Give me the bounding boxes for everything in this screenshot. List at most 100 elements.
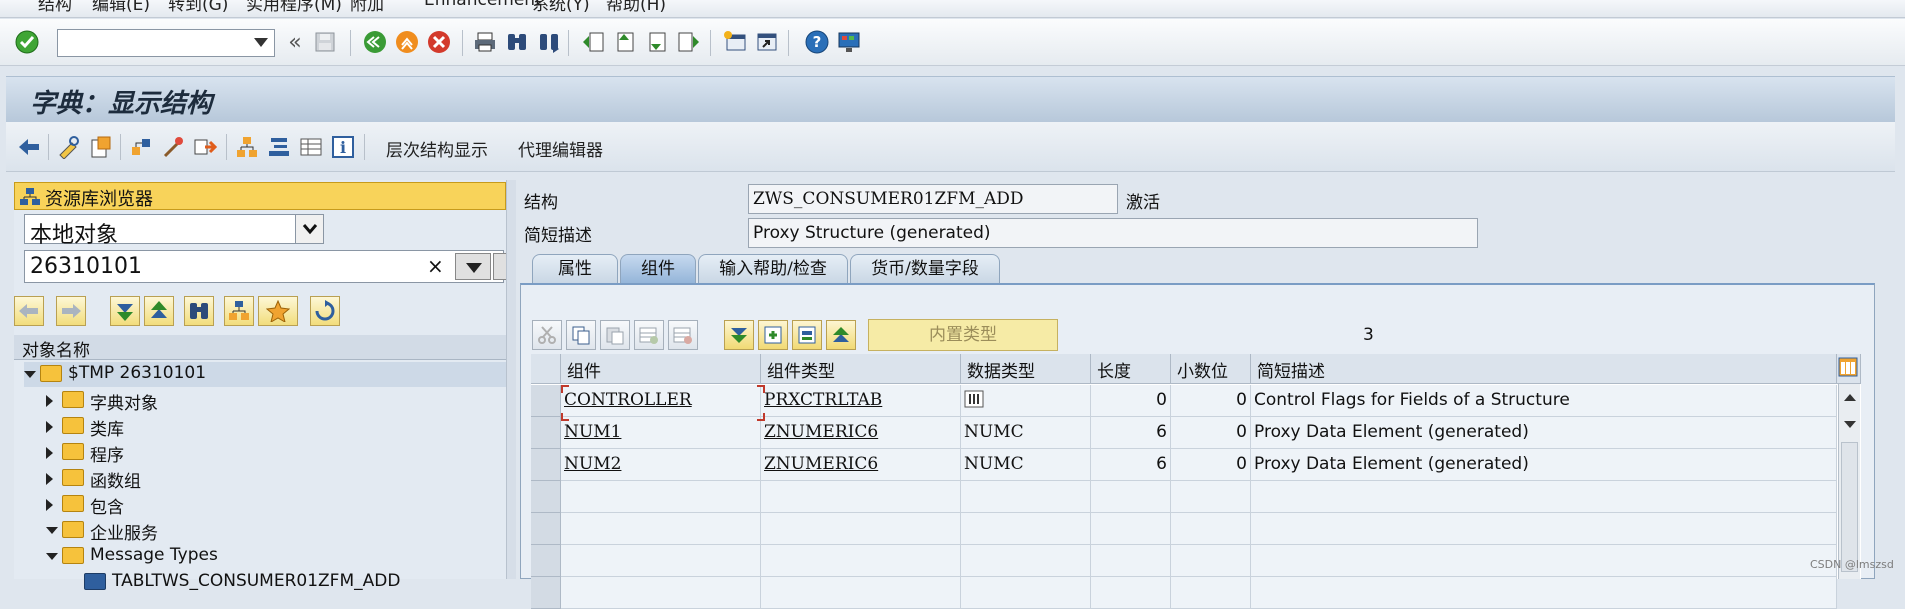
empty-cell[interactable] (1251, 481, 1837, 513)
tree-node[interactable]: 函数组 (46, 466, 486, 492)
empty-cell[interactable] (961, 577, 1091, 609)
expand-all-button[interactable] (110, 296, 140, 326)
where-used-icon[interactable] (234, 134, 260, 160)
object-type-select[interactable]: 本地对象 (24, 214, 324, 248)
tree-node[interactable]: TABLTWS_CONSUMER01ZFM_ADD (68, 570, 508, 595)
tab-input-help-check[interactable]: 输入帮助/检查 (698, 254, 848, 284)
tree-node[interactable]: 类库 (46, 414, 486, 440)
cell-component-type[interactable]: ZNUMERIC6 (761, 417, 961, 449)
include-button[interactable] (758, 320, 788, 350)
find-icon[interactable] (504, 29, 530, 55)
refresh-tree-button[interactable] (310, 296, 340, 326)
tab-currency-quantity[interactable]: 货币/数量字段 (850, 254, 1000, 284)
tree-node[interactable]: 程序 (46, 440, 486, 466)
chevron-down-icon[interactable] (295, 215, 323, 243)
table-view-icon[interactable] (298, 134, 324, 160)
tree-node[interactable]: 字典对象 (46, 388, 486, 414)
new-session-icon[interactable] (722, 29, 748, 55)
find-object-button[interactable] (184, 296, 214, 326)
row-selector[interactable] (531, 449, 561, 481)
empty-cell[interactable] (1171, 545, 1251, 577)
cell-short-description[interactable]: Proxy Data Element (generated) (1251, 417, 1837, 449)
collapsed-arrow-icon[interactable] (46, 395, 53, 407)
refresh-button[interactable] (493, 253, 507, 280)
cell-length[interactable]: 0 (1091, 385, 1171, 417)
empty-cell[interactable] (761, 545, 961, 577)
menu-extras[interactable]: 附加 (350, 0, 384, 15)
cut-row-button[interactable] (532, 320, 562, 350)
expanded-arrow-icon[interactable] (46, 553, 58, 560)
next-page-icon[interactable] (644, 29, 670, 55)
paste-row-button[interactable] (600, 320, 630, 350)
column-settings-button[interactable] (1837, 354, 1861, 384)
first-page-icon[interactable] (580, 29, 606, 55)
empty-cell[interactable] (561, 577, 761, 609)
empty-cell[interactable] (1251, 545, 1837, 577)
cell-short-description[interactable]: Control Flags for Fields of a Structure (1251, 385, 1837, 417)
chevron-down-icon[interactable] (254, 38, 268, 47)
repository-browser-header[interactable]: 资源库浏览器 (14, 182, 506, 210)
back-arrow-icon[interactable] (16, 134, 42, 160)
tab-components[interactable]: 组件 (620, 254, 696, 284)
panel-splitter[interactable] (506, 180, 516, 579)
cell-data-type[interactable]: NUMC (961, 417, 1091, 449)
column-header-decimals[interactable]: 小数位 (1171, 354, 1251, 384)
cell-component[interactable]: NUM2 (561, 449, 761, 481)
empty-cell[interactable] (1171, 481, 1251, 513)
tab-attributes[interactable]: 属性 (532, 254, 618, 284)
cell-short-description[interactable]: Proxy Data Element (generated) (1251, 449, 1837, 481)
menu-enhancement[interactable]: Enhancement (424, 0, 542, 10)
previous-object-button[interactable] (14, 296, 44, 326)
cell-component-type-value[interactable]: ZNUMERIC6 (764, 454, 878, 474)
cell-component-type-value[interactable]: PRXCTRLTAB (764, 390, 882, 410)
print-icon[interactable] (472, 29, 498, 55)
favorites-button[interactable] (258, 296, 298, 326)
row-selector[interactable] (531, 385, 561, 417)
empty-cell[interactable] (1091, 545, 1171, 577)
builtin-type-button[interactable]: 内置类型 (868, 319, 1058, 351)
prev-page-icon[interactable] (612, 29, 638, 55)
column-header-short-description[interactable]: 简短描述 (1251, 354, 1837, 384)
find-next-icon[interactable] (536, 29, 562, 55)
cell-component-type[interactable]: ZNUMERIC6 (761, 449, 961, 481)
column-header-component-type[interactable]: 组件类型 (761, 354, 961, 384)
collapsed-arrow-icon[interactable] (46, 499, 53, 511)
empty-cell[interactable] (1091, 481, 1171, 513)
row-selector[interactable] (531, 545, 561, 577)
other-object-icon[interactable] (128, 134, 154, 160)
tree-node[interactable]: 企业服务 (46, 518, 486, 544)
empty-cell[interactable] (961, 513, 1091, 545)
back-icon[interactable] (362, 29, 388, 55)
customize-layout-icon[interactable] (836, 29, 862, 55)
empty-cell[interactable] (561, 513, 761, 545)
tree-node[interactable]: Message Types (46, 544, 486, 569)
collapsed-arrow-icon[interactable] (46, 473, 53, 485)
row-selector[interactable] (531, 513, 561, 545)
collapse-button[interactable] (826, 320, 856, 350)
back-arrows-icon[interactable]: « (282, 29, 308, 55)
help-icon[interactable]: ? (804, 29, 830, 55)
empty-cell[interactable] (961, 481, 1091, 513)
check-wand-icon[interactable] (160, 134, 186, 160)
cell-data-type[interactable] (961, 385, 1091, 417)
row-selector-header[interactable] (531, 354, 561, 384)
cell-decimals[interactable]: 0 (1171, 385, 1251, 417)
short-description-field[interactable]: Proxy Structure (generated) (748, 218, 1478, 248)
row-selector[interactable] (531, 481, 561, 513)
empty-cell[interactable] (1171, 577, 1251, 609)
activate-icon[interactable] (192, 134, 218, 160)
next-object-button[interactable] (56, 296, 86, 326)
scroll-down-icon[interactable] (1843, 420, 1857, 430)
menu-goto[interactable]: 转到(G) (168, 0, 228, 15)
object-list-icon[interactable] (266, 134, 292, 160)
clear-icon[interactable]: × (427, 254, 444, 278)
shortcut-icon[interactable] (754, 29, 780, 55)
cell-component-value[interactable]: NUM1 (564, 422, 621, 442)
menu-utilities[interactable]: 实用程序(M) (246, 0, 342, 15)
scroll-thumb[interactable] (1841, 442, 1858, 572)
display-change-icon[interactable] (56, 134, 82, 160)
expand-button[interactable] (724, 320, 754, 350)
empty-cell[interactable] (761, 481, 961, 513)
structure-field[interactable]: ZWS_CONSUMER01ZFM_ADD (748, 184, 1118, 214)
empty-cell[interactable] (1251, 513, 1837, 545)
